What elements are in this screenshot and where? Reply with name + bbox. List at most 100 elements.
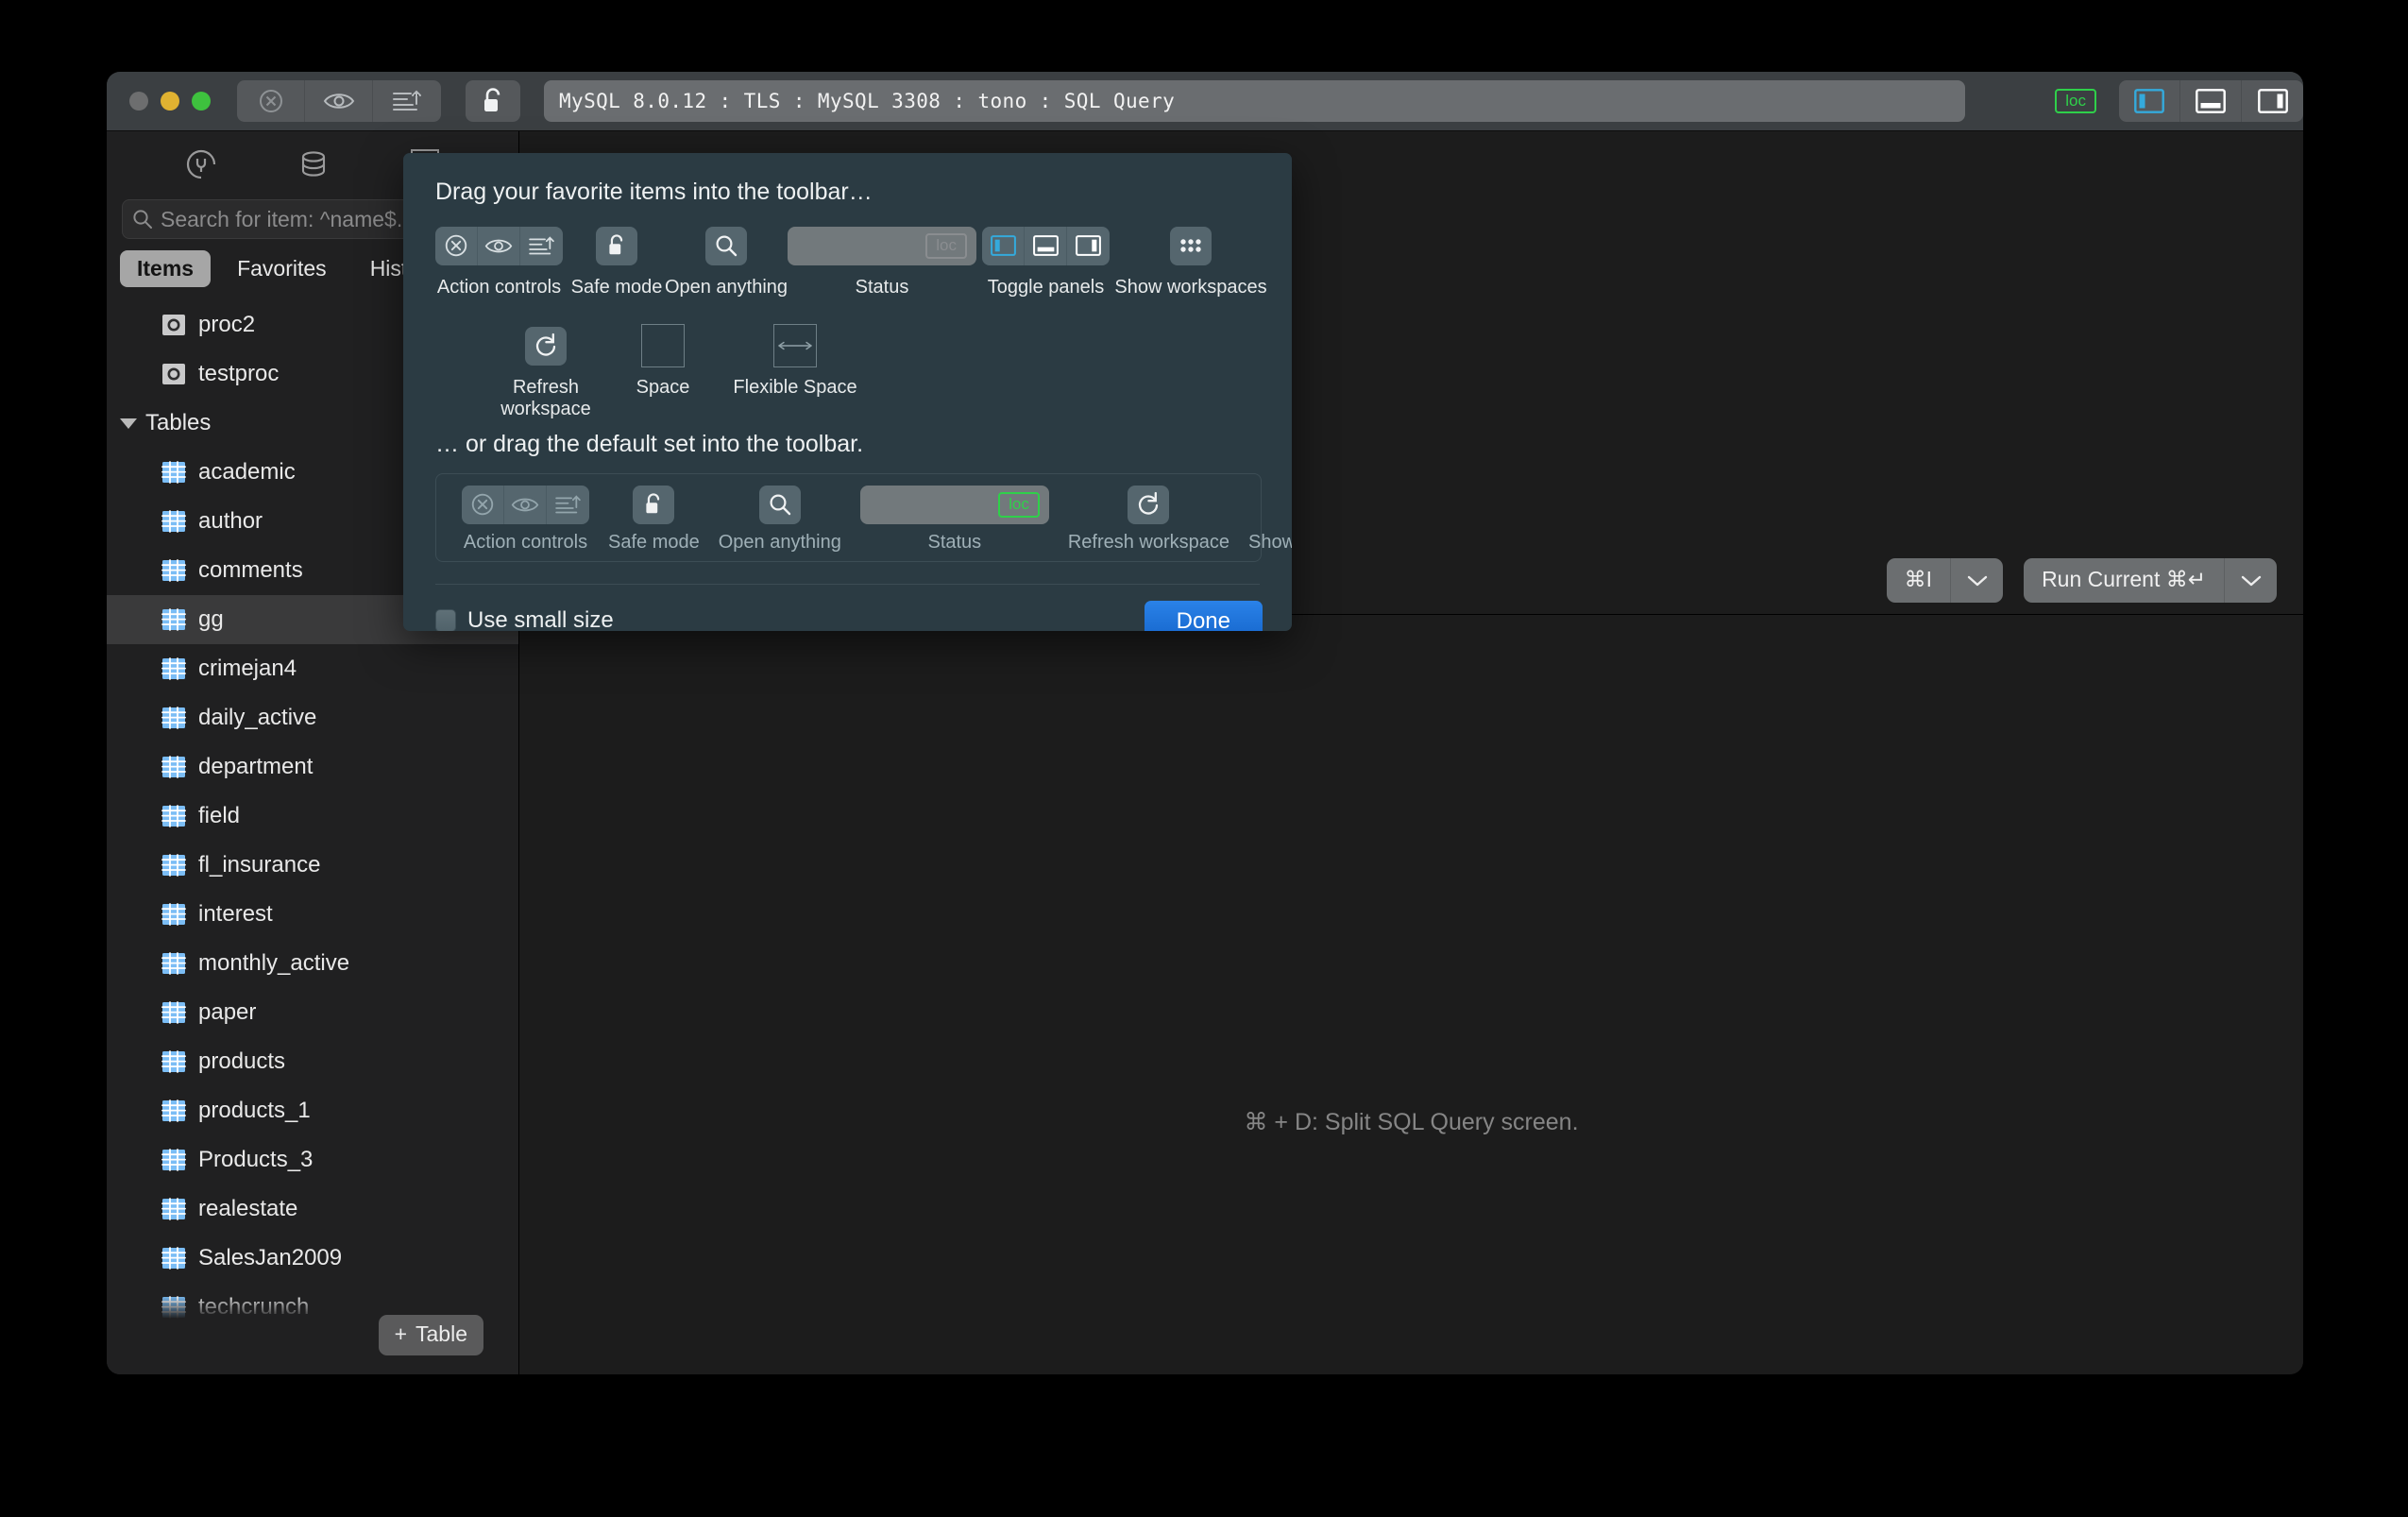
toolbar-item-show-workspaces[interactable]: Show workspaces	[1115, 221, 1266, 298]
table-list-item[interactable]: paper	[107, 988, 518, 1037]
show-workspaces-tile[interactable]	[1170, 227, 1212, 265]
toolbar-item-caption: Refresh workspace	[1068, 532, 1229, 554]
action-controls-group-icon[interactable]	[462, 486, 589, 524]
table-icon	[161, 607, 186, 632]
flexible-space-icon[interactable]	[773, 324, 817, 367]
connection-plug-icon	[185, 148, 217, 180]
action-controls-group-icon[interactable]	[435, 227, 563, 265]
close-window-button[interactable]	[129, 92, 148, 111]
sidebar-tab-items[interactable]: Items	[120, 250, 211, 287]
toolbar-item-show-workspaces[interactable]: Show workspaces	[1239, 482, 1292, 554]
toolbar-item-toggle-panels[interactable]: Toggle panels	[982, 221, 1110, 298]
toolbar-item-caption: Action controls	[464, 532, 587, 554]
toggle-right-panel-segment[interactable]	[1067, 227, 1110, 265]
use-small-size-label: Use small size	[467, 607, 614, 631]
toolbar-item-caption: Toggle panels	[988, 277, 1104, 298]
format-query-button-group[interactable]: ⌘I	[1887, 558, 2003, 603]
maximize-window-button[interactable]	[192, 92, 211, 111]
add-table-button[interactable]: + Table	[379, 1315, 483, 1355]
table-icon	[161, 902, 186, 927]
space-box-icon[interactable]	[641, 324, 685, 367]
table-list-item[interactable]: interest	[107, 890, 518, 939]
connection-plug-icon-button[interactable]	[185, 148, 217, 180]
table-list-item[interactable]: Products_3	[107, 1135, 518, 1185]
list-item-label: products_1	[198, 1098, 311, 1124]
toolbar-item-refresh-workspace[interactable]: Refresh workspace	[1059, 482, 1239, 554]
refresh-workspace-tile[interactable]	[525, 327, 567, 366]
table-list-item[interactable]: products	[107, 1037, 518, 1086]
sort-lines-button[interactable]	[373, 80, 441, 122]
window-titlebar: MySQL 8.0.12 : TLS : MySQL 3308 : tono :…	[107, 72, 2303, 131]
action-control-segment[interactable]	[520, 227, 563, 265]
list-item-label: academic	[198, 459, 296, 486]
window-title-field[interactable]: MySQL 8.0.12 : TLS : MySQL 3308 : tono :…	[544, 80, 1965, 122]
toolbar-item-flexible-space[interactable]: Flexible Space	[724, 321, 866, 399]
add-table-label: Table	[415, 1321, 467, 1347]
toolbar-item-open-anything[interactable]: Open anything	[670, 221, 782, 298]
table-list-item[interactable]: monthly_active	[107, 939, 518, 988]
table-list-item[interactable]: realestate	[107, 1185, 518, 1234]
table-list-item[interactable]: department	[107, 742, 518, 792]
toolbar-item-status[interactable]: locStatus	[851, 482, 1059, 554]
use-small-size-row[interactable]: Use small size	[435, 607, 614, 631]
format-query-menu-button[interactable]	[1950, 558, 2003, 603]
panel-toggle-group[interactable]	[2119, 80, 2303, 122]
bottom-panel-icon	[1033, 235, 1059, 256]
toolbar-item-safe-mode[interactable]: Safe mode	[568, 221, 665, 298]
toggle-left-panel-segment[interactable]	[982, 227, 1025, 265]
grid-dots-icon	[1179, 235, 1203, 256]
toolbar-item-safe-mode[interactable]: Safe mode	[599, 482, 709, 554]
table-list-item[interactable]: field	[107, 792, 518, 841]
toolbar-item-open-anything[interactable]: Open anything	[709, 482, 851, 554]
action-control-segment[interactable]	[504, 486, 547, 524]
sidebar-tab-favorites[interactable]: Favorites	[220, 250, 344, 287]
run-current-menu-button[interactable]	[2224, 558, 2277, 603]
table-list-item[interactable]: products_1	[107, 1086, 518, 1135]
status-field[interactable]: loc	[788, 227, 976, 265]
default-toolbar-set[interactable]: Action controls Safe modeOpen anythingloc…	[435, 473, 1262, 562]
toolbar-item-status[interactable]: locStatus	[788, 221, 976, 298]
action-controls-toolbar-group[interactable]	[237, 80, 441, 122]
left-panel-icon	[991, 235, 1016, 256]
toolbar-item-palette[interactable]: Action controlsSafe modeOpen anythingloc…	[435, 221, 1266, 420]
table-list-item[interactable]: fl_insurance	[107, 841, 518, 890]
table-icon	[161, 1099, 186, 1123]
use-small-size-checkbox[interactable]	[435, 609, 456, 631]
toolbar-item-caption: Refresh workspace	[490, 377, 602, 420]
safe-mode-tile[interactable]	[596, 227, 637, 265]
table-list-item[interactable]: daily_active	[107, 693, 518, 742]
action-control-segment[interactable]	[478, 227, 520, 265]
procedure-icon	[161, 313, 186, 337]
toolbar-item-action-controls[interactable]: Action controls	[452, 482, 599, 554]
disclosure-triangle-icon[interactable]	[120, 418, 137, 429]
toggle-bottom-panel-button[interactable]	[2180, 80, 2242, 122]
action-control-segment[interactable]	[435, 227, 478, 265]
minimize-window-button[interactable]	[161, 92, 179, 111]
toggle-right-panel-button[interactable]	[2242, 80, 2303, 122]
status-badge: loc	[925, 233, 967, 259]
titlebar-status-area: loc	[2055, 92, 2096, 111]
toolbar-item-action-controls[interactable]: Action controls	[435, 221, 563, 298]
toolbar-item-refresh-workspace[interactable]: Refresh workspace	[490, 321, 602, 420]
panel-toggle-group-icon[interactable]	[982, 227, 1110, 265]
done-button[interactable]: Done	[1145, 601, 1263, 631]
run-current-button-group[interactable]: Run Current ⌘↵	[2024, 558, 2277, 603]
toolbar-item-space[interactable]: Space	[607, 321, 719, 399]
eye-icon	[323, 89, 355, 113]
preview-toggle-button[interactable]	[305, 80, 373, 122]
status-field[interactable]: loc	[860, 486, 1049, 524]
safe-mode-tile[interactable]	[633, 486, 674, 524]
table-list-item[interactable]: crimejan4	[107, 644, 518, 693]
database-icon-button[interactable]	[297, 149, 330, 179]
cancel-query-button[interactable]	[237, 80, 305, 122]
action-control-segment[interactable]	[547, 486, 589, 524]
open-anything-tile[interactable]	[759, 486, 801, 524]
action-control-segment[interactable]	[462, 486, 504, 524]
open-anything-tile[interactable]	[705, 227, 747, 265]
table-list-item[interactable]: SalesJan2009	[107, 1234, 518, 1283]
list-item-label: comments	[198, 557, 303, 584]
safe-mode-button[interactable]	[466, 80, 520, 122]
toggle-bottom-panel-segment[interactable]	[1025, 227, 1067, 265]
toggle-left-panel-button[interactable]	[2119, 80, 2180, 122]
refresh-workspace-tile[interactable]	[1128, 486, 1169, 524]
